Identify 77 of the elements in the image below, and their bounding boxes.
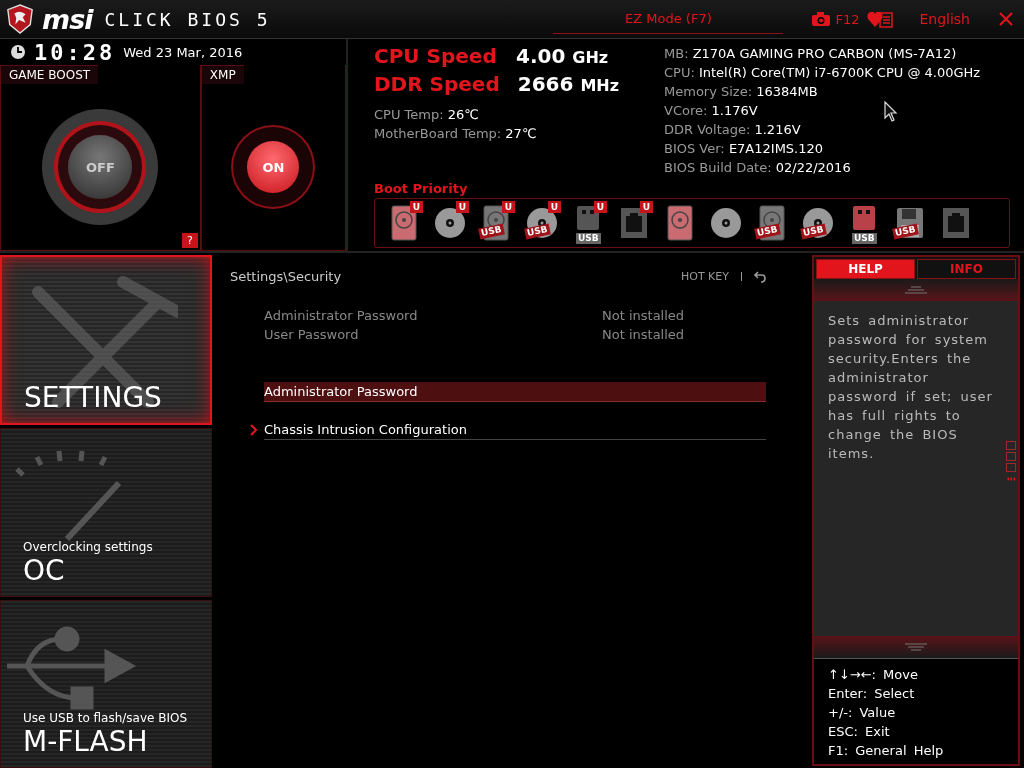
usb-stick-icon [574,205,602,231]
speed-label: DDR Speed [374,71,500,98]
settings-menu-tile[interactable]: SETTINGS [0,255,212,426]
system-info-line: Memory Size: 16384MB [664,83,818,101]
key-hint: F1: General Help [828,742,945,760]
hotkey-label: HOT KEY [680,270,729,283]
uefi-badge: U [639,201,653,213]
speed-value: 2666 MHz [517,71,619,98]
language-button[interactable]: English [913,10,976,28]
usb-label: USB [852,233,877,244]
boot-priority-title: Boot Priority [374,181,469,196]
setting-value: Not installed [602,307,685,325]
oc-menu-tile[interactable]: Overclocking settings OC [0,428,212,597]
system-info-line: BIOS Build Date: 02/22/2016 [664,159,851,177]
boot-device[interactable]: U [385,201,423,245]
key-hint: Enter: Select [828,685,916,703]
menu-item[interactable]: Chassis Intrusion Configuration [264,420,766,440]
system-info-line: DDR Voltage: 1.216V [664,121,801,139]
help-text: Sets administrator password for system security.Enters the administrator password if set; user has full rights to change the BIOS items. [828,312,994,463]
boot-device[interactable]: U USB [523,201,561,245]
heart-list-icon[interactable] [867,9,894,29]
boot-device[interactable]: USB [891,201,929,245]
panel-title: GAME BOOST [1,65,99,84]
screenshot-button[interactable]: F12 [811,11,860,27]
temperature-reading: CPU Temp: 26℃ [374,106,480,124]
panel-title: XMP [201,65,244,84]
back-icon[interactable] [754,270,766,283]
key-hint: ↑↓→←: Move [828,666,919,684]
network-port-icon [942,207,970,239]
mflash-menu-tile[interactable]: Use USB to flash/save BIOS M-FLASH [0,599,212,768]
system-info-line: CPU: Intel(R) Core(TM) i7-6700K CPU @ 4.00GHz [664,64,981,82]
clock-time: 10:28 [34,39,116,65]
menu-item[interactable]: Administrator Password [264,382,766,402]
system-info-line: VCore: 1.176V [664,102,758,120]
setting-value: Not installed [602,326,685,344]
boot-device[interactable]: U [615,201,653,245]
uefi-badge: U [501,201,515,213]
boot-device[interactable]: U USB [477,201,515,245]
boot-device[interactable]: USB [753,201,791,245]
boot-device[interactable]: USB [799,201,837,245]
uefi-badge: U [409,201,423,213]
camera-icon [811,11,832,27]
speed-label: CPU Speed [374,43,498,70]
grip-lines-icon [905,286,927,294]
scroll-down-grip[interactable] [814,636,1018,659]
panel-tab[interactable]: HELP [816,259,915,279]
setting-label: User Password [264,326,360,344]
setting-label: Administrator Password [264,307,419,325]
key-hint: ESC: Exit [828,723,891,741]
panel-tab[interactable]: INFO [917,259,1016,279]
system-info-line: MB: Z170A GAMING PRO CARBON (MS-7A12) [664,45,957,63]
close-icon[interactable] [998,11,1014,27]
uefi-badge: U [593,201,607,213]
clock-icon [10,44,26,60]
key-hint: +/-: Value [828,704,897,722]
hard-drive-icon [667,205,693,241]
system-info-line: BIOS Ver: E7A12IMS.120 [664,140,824,158]
product-name: CLICK BIOS 5 [104,8,271,30]
temperature-reading: MotherBoard Temp: 27℃ [374,125,538,143]
uefi-badge: U [547,201,561,213]
boot-device[interactable]: USB [845,201,883,245]
logo-text: msi [42,3,93,35]
disc-icon [710,207,742,239]
dragon-shield-icon [6,4,34,34]
speed-value: 4.00 GHz [516,43,609,70]
usb-label: USB [576,233,601,244]
help-button[interactable]: ? [181,233,198,248]
breadcrumb: Settings\Security [230,269,343,284]
scroll-up-grip[interactable] [814,279,1018,301]
boot-device[interactable]: U [431,201,469,245]
clock-date: Wed 23 Mar, 2016 [123,44,243,60]
mouse-cursor-icon [884,101,898,123]
usb-stick-icon [850,205,878,231]
uefi-badge: U [455,201,469,213]
ez-mode-button[interactable]: EZ Mode (F7) [553,4,784,34]
grip-lines-icon [905,643,927,651]
boot-device[interactable]: U USB [569,201,607,245]
